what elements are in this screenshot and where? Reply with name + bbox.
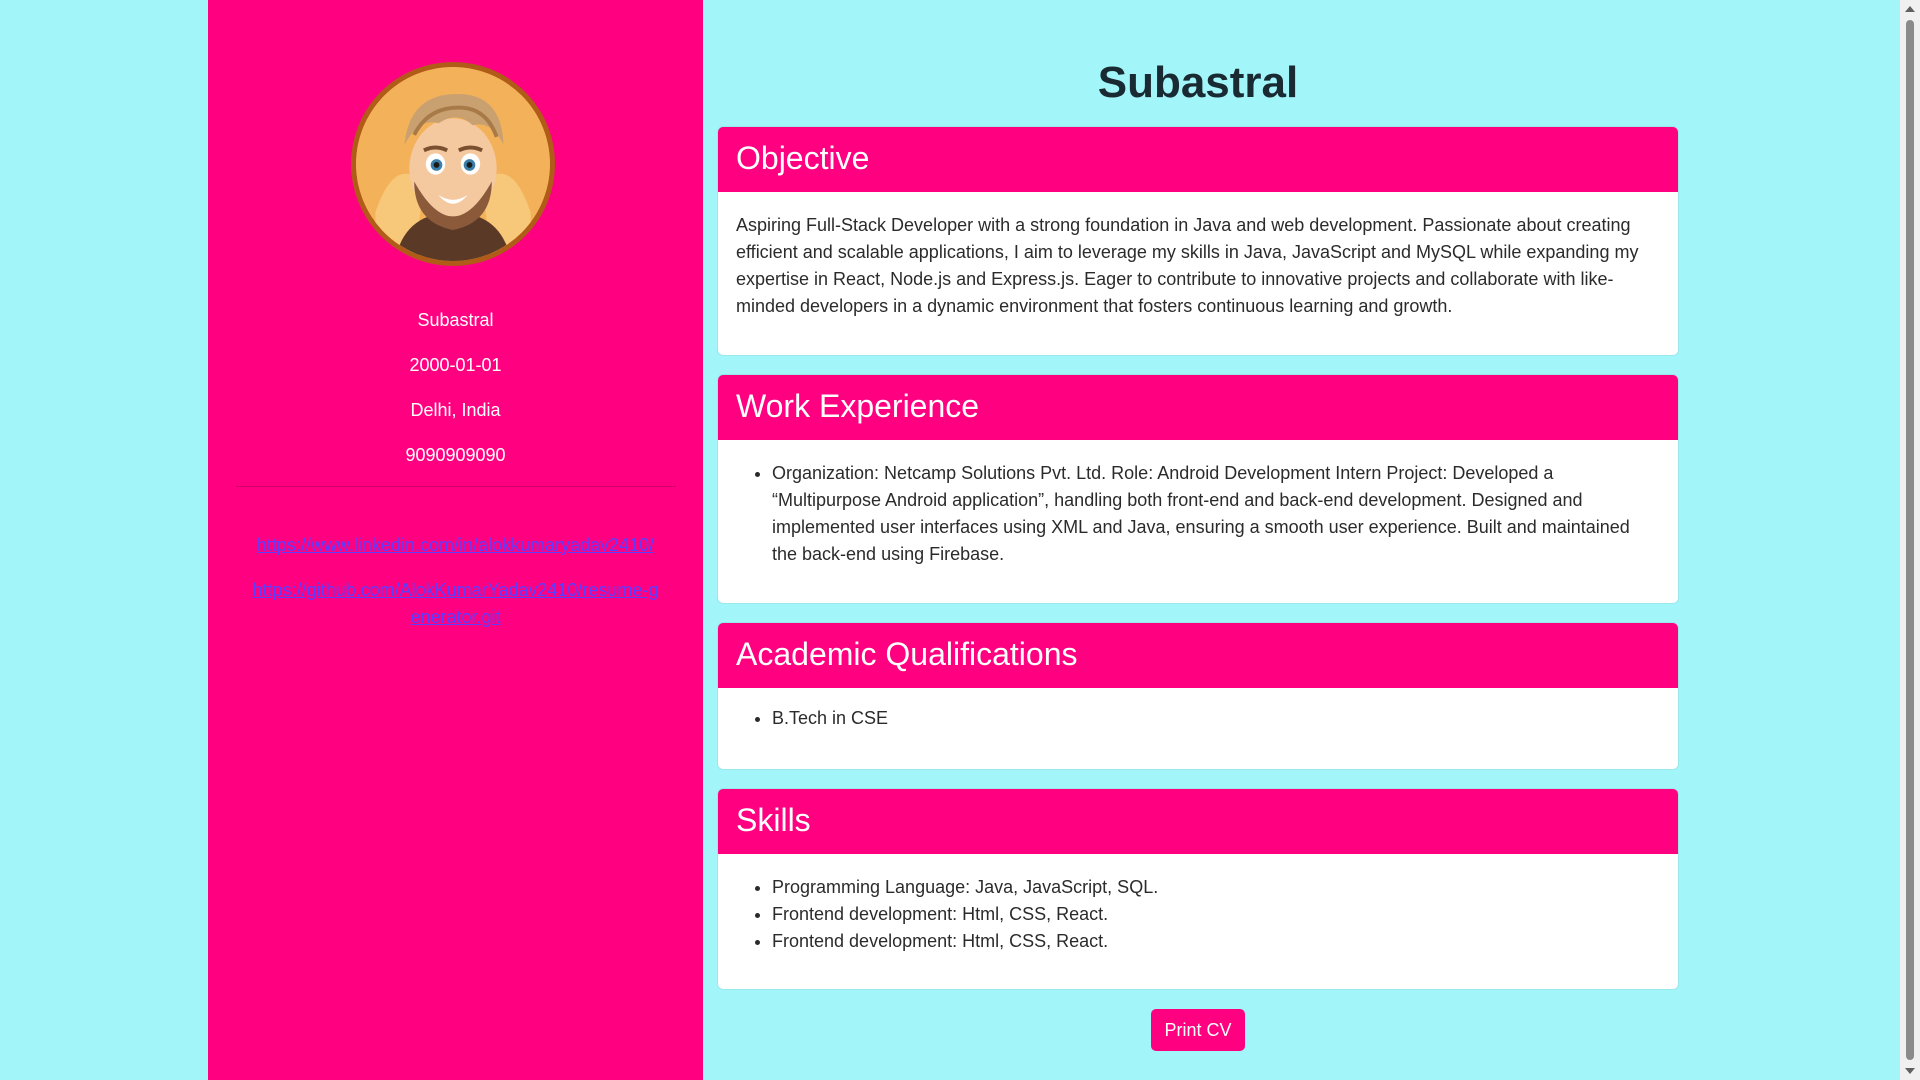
scroll-down-arrow-icon[interactable] xyxy=(1905,1068,1915,1074)
avatar xyxy=(351,62,555,266)
cartoon-avatar-icon xyxy=(356,67,550,261)
objective-text: Aspiring Full-Stack Developer with a str… xyxy=(736,215,1639,316)
sidebar-divider xyxy=(236,486,676,487)
scroll-up-arrow-icon[interactable] xyxy=(1905,6,1915,12)
work-experience-card: Work Experience Organization: Netcamp So… xyxy=(718,375,1678,603)
skills-body: Programming Language: Java, JavaScript, … xyxy=(718,854,1678,955)
skills-heading: Skills xyxy=(718,789,1678,854)
skills-list: Programming Language: Java, JavaScript, … xyxy=(736,874,1648,955)
work-experience-body: Organization: Netcamp Solutions Pvt. Ltd… xyxy=(718,440,1678,568)
sidebar: Subastral 2000-01-01 Delhi, India 909090… xyxy=(208,0,703,1080)
academic-body: B.Tech in CSE xyxy=(718,688,1678,732)
linkedin-link[interactable]: https://www.linkedin.com/in/alokkumaryad… xyxy=(248,532,663,559)
profile-dob: 2000-01-01 xyxy=(409,355,502,375)
work-experience-list: Organization: Netcamp Solutions Pvt. Ltd… xyxy=(736,460,1648,568)
scrollbar-thumb[interactable] xyxy=(1906,20,1914,1060)
vertical-scrollbar[interactable] xyxy=(1900,0,1920,1080)
list-item: Organization: Netcamp Solutions Pvt. Ltd… xyxy=(772,460,1648,568)
academic-list: B.Tech in CSE xyxy=(736,705,1648,732)
list-item: B.Tech in CSE xyxy=(772,705,1648,732)
resume-page: Subastral 2000-01-01 Delhi, India 909090… xyxy=(0,0,1920,1080)
print-cv-button[interactable]: Print CV xyxy=(1151,1009,1245,1051)
objective-body: Aspiring Full-Stack Developer with a str… xyxy=(718,192,1678,320)
profile-location: Delhi, India xyxy=(410,400,501,420)
list-item: Frontend development: Html, CSS, React. xyxy=(772,928,1648,955)
page-title: Subastral xyxy=(1097,58,1299,107)
list-item: Frontend development: Html, CSS, React. xyxy=(772,901,1648,928)
list-item: Programming Language: Java, JavaScript, … xyxy=(772,874,1648,901)
academic-heading: Academic Qualifications xyxy=(718,623,1678,688)
objective-card: Objective Aspiring Full-Stack Developer … xyxy=(718,127,1678,355)
objective-heading: Objective xyxy=(718,127,1678,192)
academic-card: Academic Qualifications B.Tech in CSE xyxy=(718,623,1678,769)
profile-name: Subastral xyxy=(417,310,494,330)
profile-phone: 9090909090 xyxy=(405,445,506,465)
skills-card: Skills Programming Language: Java, JavaS… xyxy=(718,789,1678,989)
github-link[interactable]: https://github.com/AlokKumarYadav2410/re… xyxy=(248,577,663,631)
work-experience-heading: Work Experience xyxy=(718,375,1678,440)
